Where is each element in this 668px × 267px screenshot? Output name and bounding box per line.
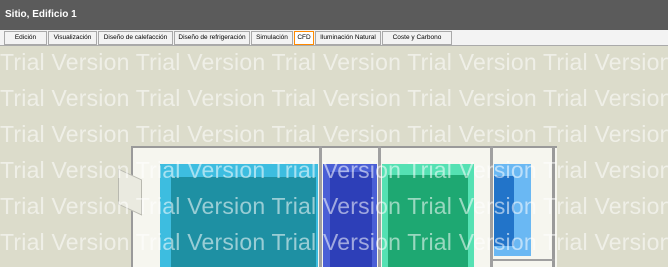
tab-coste-carbono[interactable]: Coste y Carbono	[382, 31, 452, 45]
tab-bar: Edición Visualización Diseño de calefacc…	[0, 30, 668, 46]
wall-divider-2	[378, 146, 381, 267]
wall-corner	[492, 259, 555, 261]
cfd-zone-blue-inner	[330, 172, 372, 267]
title-bar: Sitio, Edificio 1	[0, 0, 668, 30]
cfd-zone-cyan-inner	[171, 177, 316, 267]
tab-diseno-calefaccion[interactable]: Diseño de calefacción	[98, 31, 173, 45]
wall-divider-1	[319, 146, 322, 267]
wall-divider-3	[490, 146, 493, 267]
tab-diseno-refrigeracion[interactable]: Diseño de refrigeración	[174, 31, 250, 45]
window-title: Sitio, Edificio 1	[5, 9, 77, 20]
trial-watermark-row: Trial Version Trial Version Trial Versio…	[0, 49, 668, 75]
wall-top	[131, 146, 557, 148]
cfd-zone-blue-small-inner	[494, 176, 514, 246]
trial-watermark-row: Trial Version Trial Version Trial Versio…	[0, 85, 668, 111]
tab-edicion[interactable]: Edición	[4, 31, 47, 45]
trial-watermark-row: Trial Version Trial Version Trial Versio…	[0, 121, 668, 147]
tab-iluminacion-natural[interactable]: Iluminación Natural	[315, 31, 381, 45]
tab-simulacion[interactable]: Simulación	[251, 31, 293, 45]
tab-visualizacion[interactable]: Visualización	[48, 31, 97, 45]
tab-cfd[interactable]: CFD	[294, 31, 314, 45]
cfd-viewport[interactable]: Trial Version Trial Version Trial Versio…	[0, 46, 668, 267]
wall-right	[552, 146, 555, 267]
cfd-zone-green-inner	[388, 175, 468, 267]
